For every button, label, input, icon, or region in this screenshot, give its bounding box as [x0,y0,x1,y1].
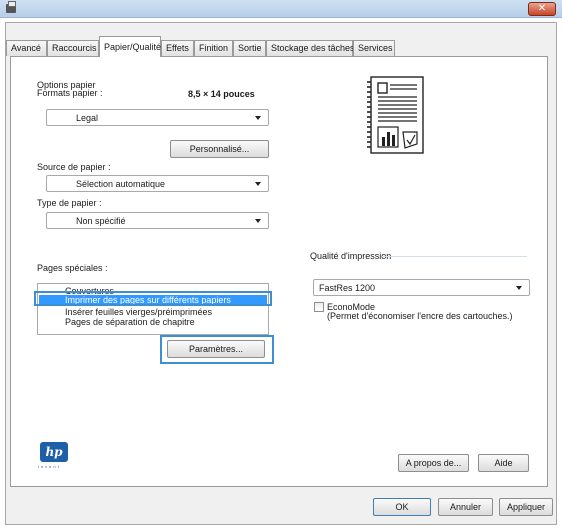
chevron-down-icon [255,116,261,120]
tab-avance[interactable]: Avancé [6,40,47,56]
quality-group-label: Qualité d'impression [310,251,392,261]
hp-logo: hp [40,442,68,462]
paper-source-value: Sélection automatique [76,179,166,189]
paper-formats-label: Formats papier : [37,88,103,98]
close-button[interactable]: ✕ [528,2,556,16]
paper-type-label: Type de papier : [37,198,102,208]
ok-button[interactable]: OK [373,498,431,516]
apply-button[interactable]: Appliquer [499,498,553,516]
document-preview-icon [367,76,424,154]
paper-format-value: Legal [76,113,99,123]
about-button[interactable]: A propos de... [398,454,469,472]
help-button[interactable]: Aide [478,454,529,472]
special-pages-label: Pages spéciales : [37,263,108,273]
tab-papier-qualite[interactable]: Papier/Qualité [99,36,161,57]
tab-services[interactable]: Services [353,40,395,56]
paper-source-label: Source de papier : [37,162,111,172]
paper-size-value: 8,5 × 14 pouces [188,89,255,99]
paper-source-select[interactable]: Sélection automatique [46,175,269,192]
tab-sortie[interactable]: Sortie [233,40,266,56]
group-divider [382,256,527,257]
tab-raccourcis[interactable]: Raccourcis [47,40,99,56]
economode-hint: (Permet d'économiser l'encre des cartouc… [327,311,513,321]
tab-finition[interactable]: Finition [194,40,233,56]
cancel-button[interactable]: Annuler [438,498,493,516]
printer-icon [6,1,16,13]
quality-value: FastRes 1200 [319,283,376,293]
selection-highlight-frame [34,291,272,306]
chevron-down-icon [516,286,522,290]
paper-format-select[interactable]: Legal [46,109,269,126]
custom-size-button[interactable]: Personnalisé... [170,140,269,158]
chevron-down-icon [255,182,261,186]
list-item[interactable]: Insérer feuilles vierges/préimprimées [65,307,212,317]
list-item[interactable]: Pages de séparation de chapitre [65,317,195,327]
chevron-down-icon [255,219,261,223]
paper-type-select[interactable]: Non spécifié [46,212,269,229]
title-bar: ✕ [0,0,562,18]
tab-stockage[interactable]: Stockage des tâches [266,40,355,56]
tab-effets[interactable]: Effets [161,40,194,56]
settings-highlight-frame [160,335,274,364]
economode-checkbox[interactable] [314,302,324,312]
quality-select[interactable]: FastRes 1200 [313,279,530,296]
hp-tagline: invent [38,464,61,469]
paper-type-value: Non spécifié [76,216,126,226]
